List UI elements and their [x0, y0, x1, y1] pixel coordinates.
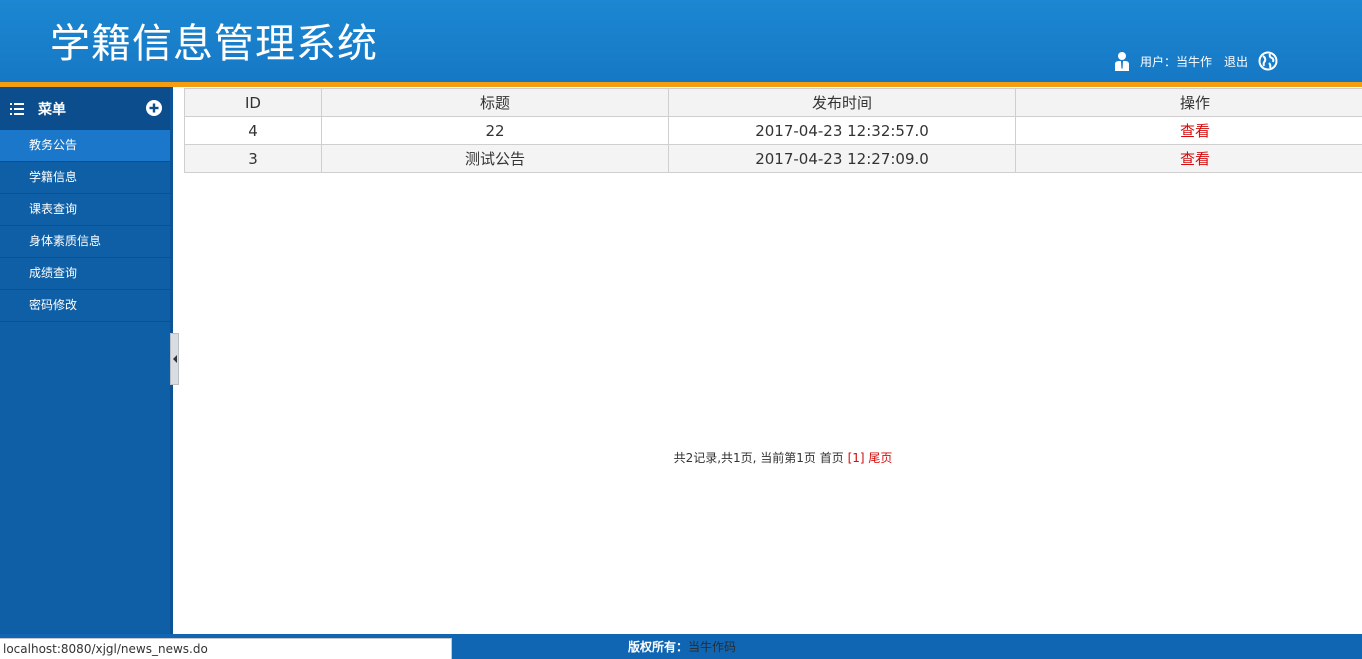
globe-icon[interactable] [1258, 51, 1278, 71]
sidebar-splitter [170, 87, 180, 634]
cell-time: 2017-04-23 12:32:57.0 [668, 116, 1016, 145]
header: 学籍信息管理系统 用户：当牛作 退出 [0, 0, 1362, 82]
first-page-link[interactable]: 首页 [820, 451, 844, 465]
user-area: 用户：当牛作 退出 [1114, 50, 1278, 72]
cell-id: 3 [184, 144, 322, 173]
pagination-summary: 共2记录,共1页, 当前第1页 [673, 451, 816, 465]
browser-status-url: localhost:8080/xjgl/news_news.do [0, 638, 452, 659]
collapse-arrow-icon [173, 355, 177, 363]
logout-link[interactable]: 退出 [1224, 53, 1248, 70]
table-row: 4 22 2017-04-23 12:32:57.0 查看 [184, 116, 1362, 145]
table-header-row: ID 标题 发布时间 操作 [184, 88, 1362, 117]
last-page-link[interactable]: 尾页 [868, 451, 892, 465]
plus-circle-icon[interactable] [146, 100, 162, 116]
column-header-time: 发布时间 [668, 88, 1016, 117]
list-icon [10, 102, 24, 115]
user-label: 用户：当牛作 [1139, 54, 1212, 69]
sidebar-item-grades[interactable]: 成绩查询 [0, 258, 170, 290]
cell-time: 2017-04-23 12:27:09.0 [668, 144, 1016, 173]
header-accent-bar [0, 82, 1362, 87]
sidebar-item-fitness-info[interactable]: 身体素质信息 [0, 226, 170, 258]
copyright-owner: 当牛作码 [688, 640, 737, 654]
main-content: ID 标题 发布时间 操作 4 22 2017-04-23 12:32:57.0… [184, 88, 1362, 634]
table-row: 3 测试公告 2017-04-23 12:27:09.0 查看 [184, 144, 1362, 173]
announcement-table: ID 标题 发布时间 操作 4 22 2017-04-23 12:32:57.0… [184, 88, 1362, 173]
cell-id: 4 [184, 116, 322, 145]
app-title: 学籍信息管理系统 [50, 21, 378, 67]
sidebar-item-announcements[interactable]: 教务公告 [0, 130, 170, 162]
sidebar: 菜单 教务公告 学籍信息 课表查询 身体素质信息 成绩查询 密码修改 [0, 87, 170, 634]
menu-header: 菜单 [0, 87, 170, 130]
copyright-label: 版权所有： [628, 640, 689, 654]
menu-title: 菜单 [38, 101, 66, 118]
sidebar-item-change-password[interactable]: 密码修改 [0, 290, 170, 322]
page-1-link[interactable]: [1] [848, 451, 865, 465]
view-link[interactable]: 查看 [1015, 144, 1362, 173]
cell-title: 测试公告 [321, 144, 669, 173]
cell-title: 22 [321, 116, 669, 145]
app-window: 学籍信息管理系统 用户：当牛作 退出 菜单 教务公告 学籍信息 课表查询 身体素… [0, 0, 1362, 659]
pagination: 共2记录,共1页, 当前第1页 首页 [1] 尾页 [184, 449, 1362, 466]
column-header-id: ID [184, 88, 322, 117]
column-header-action: 操作 [1015, 88, 1362, 117]
copyright: 版权所有：当牛作码 [628, 638, 736, 655]
collapse-sidebar-handle[interactable] [170, 333, 179, 385]
view-link[interactable]: 查看 [1015, 116, 1362, 145]
user-icon [1114, 52, 1129, 71]
sidebar-item-timetable[interactable]: 课表查询 [0, 194, 170, 226]
column-header-title: 标题 [321, 88, 669, 117]
sidebar-item-student-records[interactable]: 学籍信息 [0, 162, 170, 194]
